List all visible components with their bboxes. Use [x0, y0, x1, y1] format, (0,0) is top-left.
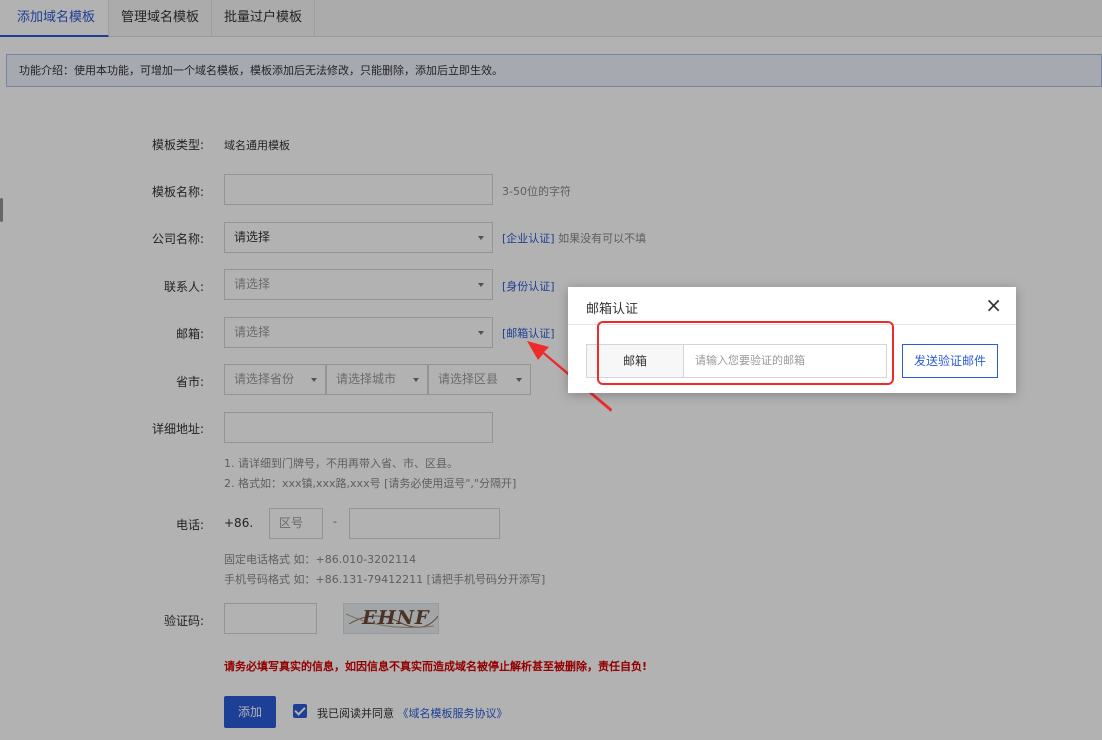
send-verification-button[interactable]: 发送验证邮件	[902, 344, 998, 378]
close-icon[interactable]: ×	[985, 295, 1002, 315]
dialog-header: 邮箱认证 ×	[568, 287, 1016, 325]
annotation-highlight-box	[597, 321, 894, 385]
dialog-title: 邮箱认证	[586, 302, 639, 317]
side-handle[interactable]	[0, 198, 3, 222]
